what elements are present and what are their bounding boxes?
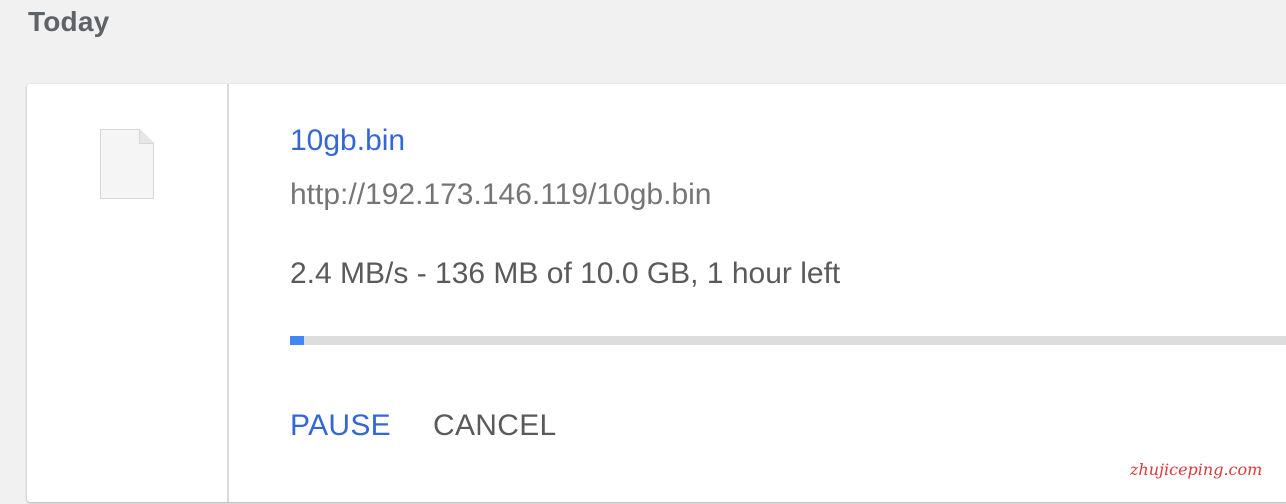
download-status-text: 2.4 MB/s - 136 MB of 10.0 GB, 1 hour lef… [290, 257, 841, 290]
source-url[interactable]: http://192.173.146.119/10gb.bin [290, 178, 711, 212]
pause-button[interactable]: PAUSE [290, 409, 391, 443]
cancel-button[interactable]: CANCEL [433, 409, 557, 443]
file-name-link[interactable]: 10gb.bin [290, 124, 405, 158]
watermark-text: zhujiceping.com [1130, 460, 1263, 479]
date-section-header: Today [28, 6, 110, 37]
downloads-page: Today 10gb.bin http://192.173.146.119/10… [0, 0, 1286, 504]
blank-file-icon [100, 129, 154, 199]
download-item-card: 10gb.bin http://192.173.146.119/10gb.bin… [27, 84, 1286, 502]
download-progress-fill [290, 336, 304, 345]
file-icon-column [27, 84, 229, 502]
download-details: 10gb.bin http://192.173.146.119/10gb.bin… [290, 84, 1286, 502]
download-progress-bar [290, 336, 1286, 345]
